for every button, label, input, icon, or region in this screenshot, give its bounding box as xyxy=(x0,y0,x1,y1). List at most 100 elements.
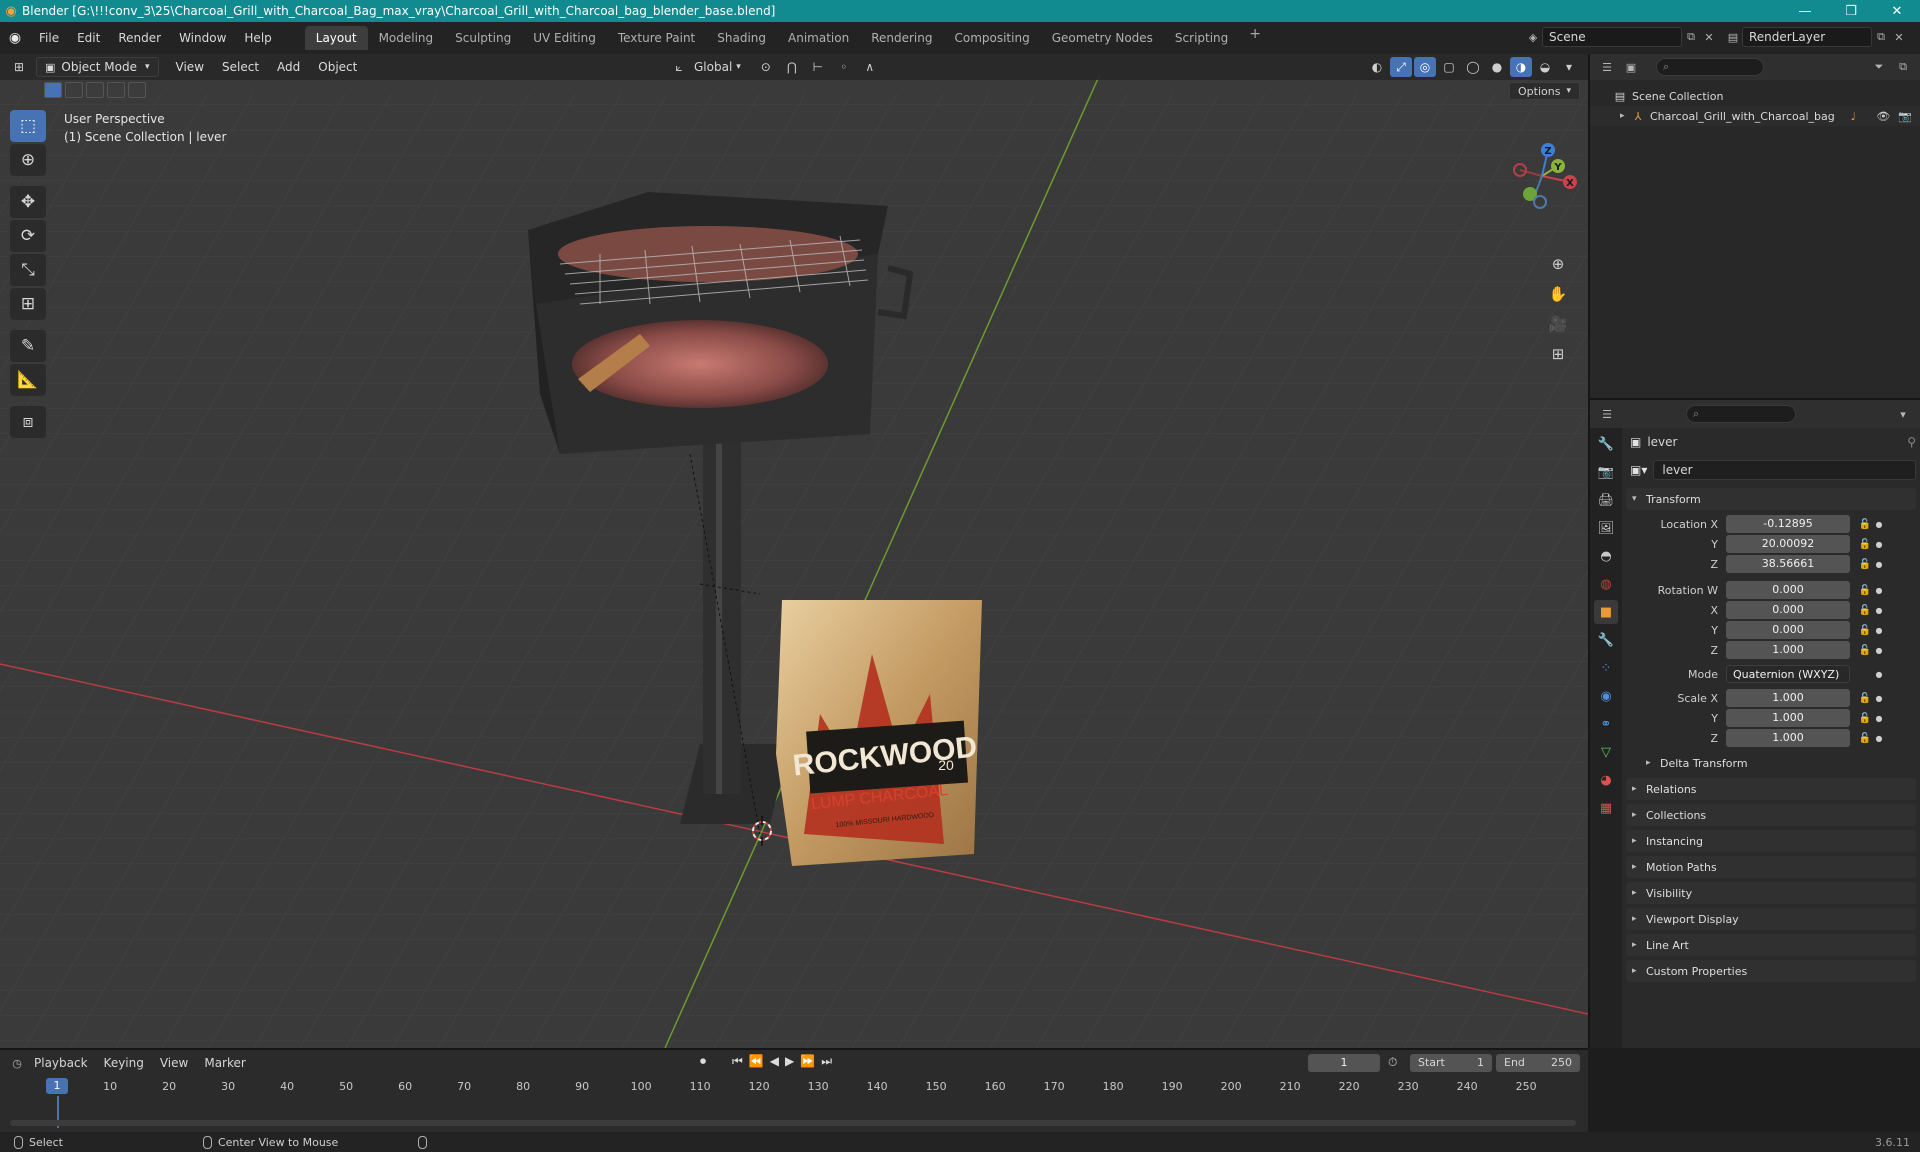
lock-icon[interactable]: 🔓 xyxy=(1856,733,1874,744)
3d-viewport[interactable]: ROCKWOOD LUMP CHARCOAL 100% MISSOURI HAR… xyxy=(0,54,1588,1048)
motion-paths-panel-header[interactable]: ▸ Motion Paths xyxy=(1626,856,1916,878)
object-tab-icon[interactable]: ■ xyxy=(1594,600,1618,624)
close-button[interactable]: ✕ xyxy=(1874,4,1920,19)
end-frame-field[interactable]: End 250 xyxy=(1496,1054,1580,1072)
falloff-icon[interactable]: ∧ xyxy=(859,57,881,77)
viewport-menu-view[interactable]: View xyxy=(167,60,213,74)
display-mode-icon[interactable]: ▣ xyxy=(1622,58,1640,76)
lock-icon[interactable]: 🔓 xyxy=(1856,693,1874,704)
record-icon[interactable]: ⏺ xyxy=(700,1054,706,1069)
texture-tab-icon[interactable]: ▦ xyxy=(1594,796,1618,820)
select-box-tool-icon[interactable]: ⬚ xyxy=(10,110,46,142)
tab-compositing[interactable]: Compositing xyxy=(943,26,1040,50)
render-tab-icon[interactable]: 📷 xyxy=(1594,460,1618,484)
new-scene-icon[interactable]: ⧉ xyxy=(1682,28,1700,46)
tool-tab-icon[interactable]: 🔧 xyxy=(1594,432,1618,456)
timeline-menu-playback[interactable]: Playback xyxy=(26,1056,96,1070)
scene-name-field[interactable]: Scene xyxy=(1542,27,1682,47)
tab-uv-editing[interactable]: UV Editing xyxy=(522,26,607,50)
overlays-toggle-icon[interactable]: ◎ xyxy=(1414,57,1436,77)
snap-target-icon[interactable]: ⊢ xyxy=(807,57,829,77)
rotation-y-field[interactable]: 0.000 xyxy=(1726,621,1850,639)
solid-shading-icon[interactable]: ● xyxy=(1486,57,1508,77)
visibility-panel-header[interactable]: ▸ Visibility xyxy=(1626,882,1916,904)
pivot-point-icon[interactable]: ⊙ xyxy=(755,57,777,77)
snap-icon[interactable]: ⋂ xyxy=(781,57,803,77)
keyframe-dot-icon[interactable]: ● xyxy=(1874,540,1884,549)
viewport-display-panel-header[interactable]: ▸ Viewport Display xyxy=(1626,908,1916,930)
tab-animation[interactable]: Animation xyxy=(777,26,860,50)
menu-file[interactable]: File xyxy=(30,31,68,45)
lock-icon[interactable]: 🔓 xyxy=(1856,605,1874,616)
add-workspace-button[interactable]: + xyxy=(1239,26,1271,50)
keyframe-dot-icon[interactable]: ● xyxy=(1874,586,1884,595)
collections-panel-header[interactable]: ▸ Collections xyxy=(1626,804,1916,826)
camera-render-icon[interactable]: 📷 xyxy=(1898,110,1912,123)
menu-window[interactable]: Window xyxy=(170,31,235,45)
keyframe-dot-icon[interactable]: ● xyxy=(1874,520,1884,529)
chevron-down-icon[interactable]: ▾ xyxy=(1894,405,1912,423)
timeline-ruler[interactable]: 1 10 20 30 40 50 60 70 80 90 100 110 120 130 140 150 16… xyxy=(0,1078,1580,1096)
select-invert-icon[interactable] xyxy=(107,82,125,98)
datablock-icon[interactable]: ▣▾ xyxy=(1630,463,1647,477)
filter-icon[interactable]: ⏷ xyxy=(1870,58,1888,76)
scale-tool-icon[interactable]: ⤡ xyxy=(10,254,46,286)
material-tab-icon[interactable]: ◕ xyxy=(1594,768,1618,792)
new-view-layer-icon[interactable]: ⧉ xyxy=(1872,28,1890,46)
minimize-button[interactable]: — xyxy=(1782,4,1828,19)
perspective-toggle-icon[interactable]: ⊞ xyxy=(1543,340,1573,368)
custom-properties-panel-header[interactable]: ▸ Custom Properties xyxy=(1626,960,1916,982)
next-keyframe-icon[interactable]: ⏩ xyxy=(800,1054,815,1069)
playhead-frame-indicator[interactable]: 1 xyxy=(46,1078,68,1094)
viewport-menu-add[interactable]: Add xyxy=(268,60,309,74)
scene-tab-icon[interactable]: ◓ xyxy=(1594,544,1618,568)
viewport-menu-select[interactable]: Select xyxy=(213,60,268,74)
keyframe-dot-icon[interactable]: ● xyxy=(1874,606,1884,615)
view-layer-icon[interactable]: ▤ xyxy=(1724,28,1742,46)
pan-hand-icon[interactable]: ✋ xyxy=(1543,280,1573,308)
start-frame-field[interactable]: Start 1 xyxy=(1410,1054,1492,1072)
outliner-scene-collection[interactable]: ▤ Scene Collection xyxy=(1590,86,1920,106)
particles-tab-icon[interactable]: ⁘ xyxy=(1594,656,1618,680)
menu-edit[interactable]: Edit xyxy=(68,31,109,45)
menu-help[interactable]: Help xyxy=(235,31,280,45)
outliner-item-charcoal-grill[interactable]: ▸ ⅄ Charcoal_Grill_with_Charcoal_bag ♩ 👁… xyxy=(1590,106,1920,126)
cursor-tool-icon[interactable]: ⊕ xyxy=(10,144,46,176)
lock-icon[interactable]: 🔓 xyxy=(1856,539,1874,550)
expand-arrow-icon[interactable]: ▸ xyxy=(1620,111,1630,121)
current-frame-field[interactable]: 1 xyxy=(1308,1054,1380,1072)
measure-tool-icon[interactable]: 📐 xyxy=(10,364,46,396)
rotate-tool-icon[interactable]: ⟳ xyxy=(10,220,46,252)
transform-tool-icon[interactable]: ⊞ xyxy=(10,288,46,320)
wireframe-shading-icon[interactable]: ◯ xyxy=(1462,57,1484,77)
lock-icon[interactable]: 🔓 xyxy=(1856,625,1874,636)
location-z-field[interactable]: 38.56661 xyxy=(1726,555,1850,573)
annotate-tool-icon[interactable]: ✎ xyxy=(10,330,46,362)
output-tab-icon[interactable]: 🖨 xyxy=(1594,488,1618,512)
viewport-menu-object[interactable]: Object xyxy=(309,60,366,74)
camera-view-icon[interactable]: 🎥 xyxy=(1543,310,1573,338)
scale-z-field[interactable]: 1.000 xyxy=(1726,729,1850,747)
location-x-field[interactable]: -0.12895 xyxy=(1726,515,1850,533)
tab-geometry-nodes[interactable]: Geometry Nodes xyxy=(1041,26,1164,50)
keyframe-dot-icon[interactable]: ● xyxy=(1874,714,1884,723)
new-collection-icon[interactable]: ⧉ xyxy=(1894,58,1912,76)
neg-z-axis-icon[interactable] xyxy=(1533,195,1547,209)
delta-transform-subpanel[interactable]: ▸ Delta Transform xyxy=(1640,752,1916,774)
tab-rendering[interactable]: Rendering xyxy=(860,26,943,50)
gizmo-toggle-icon[interactable]: ⤢ xyxy=(1390,57,1412,77)
select-subtract-icon[interactable] xyxy=(86,82,104,98)
world-tab-icon[interactable]: ◍ xyxy=(1594,572,1618,596)
shading-options-icon[interactable]: ▾ xyxy=(1558,57,1580,77)
scale-x-field[interactable]: 1.000 xyxy=(1726,689,1850,707)
play-reverse-icon[interactable]: ◀ xyxy=(770,1054,779,1069)
timeline-editor-type-icon[interactable]: ◷ xyxy=(8,1054,26,1072)
transform-orientation-dropdown[interactable]: Global xyxy=(694,60,732,74)
select-extend-icon[interactable] xyxy=(65,82,83,98)
scene-icon[interactable]: ◈ xyxy=(1524,28,1542,46)
outliner-editor-type-icon[interactable]: ☰ xyxy=(1598,58,1616,76)
keyframe-dot-icon[interactable]: ● xyxy=(1874,670,1884,679)
view-layer-tab-icon[interactable]: 🖼 xyxy=(1594,516,1618,540)
options-dropdown[interactable]: Options ▾ xyxy=(1509,82,1580,100)
blender-menu-icon[interactable]: ◉ xyxy=(0,30,30,46)
